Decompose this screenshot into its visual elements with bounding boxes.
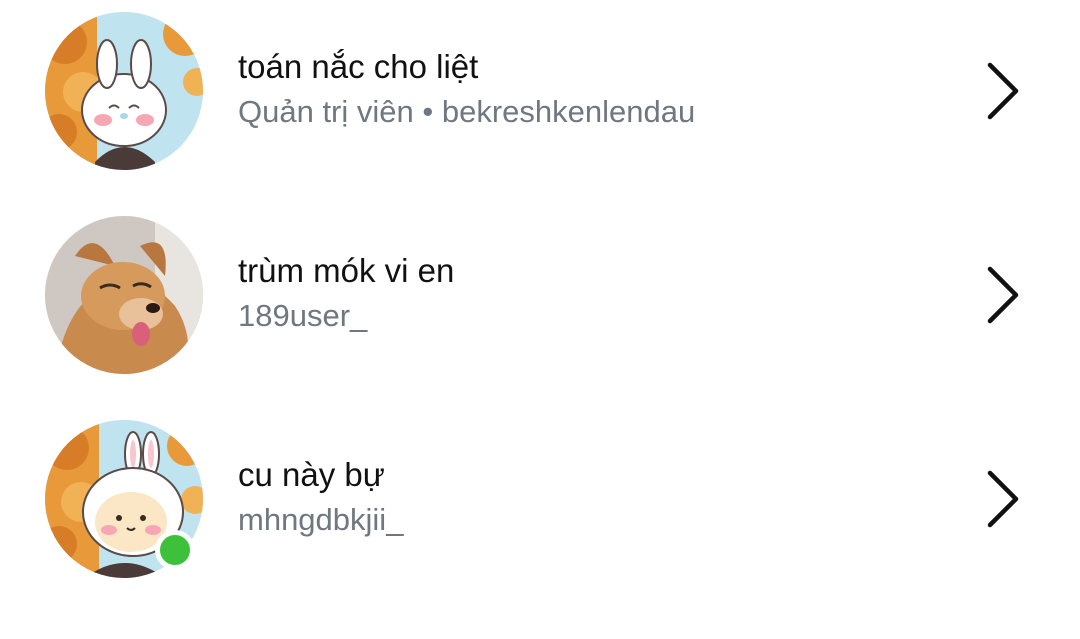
member-text: toán nắc cho liệt Quản trị viên • bekres… (238, 47, 938, 131)
member-avatar[interactable] (45, 12, 203, 170)
member-name: toán nắc cho liệt (238, 48, 479, 85)
member-row[interactable]: trùm mók vi en 189user_ (0, 193, 1080, 397)
member-text: trùm mók vi en 189user_ (238, 251, 938, 335)
chihuahua-photo-avatar-icon (45, 216, 203, 374)
member-name: trùm mók vi en (238, 252, 455, 289)
chevron-right-icon[interactable] (982, 263, 1022, 327)
member-subtitle: 189user_ (238, 298, 368, 333)
member-list: toán nắc cho liệt Quản trị viên • bekres… (0, 0, 1080, 639)
member-avatar[interactable] (45, 216, 203, 374)
member-subtitle: Quản trị viên • bekreshkenlendau (238, 94, 696, 129)
member-subtitle: mhngdbkjii_ (238, 502, 404, 537)
member-row[interactable]: cu này bự mhngdbkjii_ (0, 397, 1080, 601)
member-name: cu này bự (238, 456, 385, 493)
bunny-cartoon-avatar-icon (45, 12, 203, 170)
online-status-dot (155, 530, 195, 570)
member-text: cu này bự mhngdbkjii_ (238, 455, 938, 539)
chevron-right-icon[interactable] (982, 467, 1022, 531)
chevron-right-icon[interactable] (982, 59, 1022, 123)
member-row[interactable]: toán nắc cho liệt Quản trị viên • bekres… (0, 0, 1080, 193)
